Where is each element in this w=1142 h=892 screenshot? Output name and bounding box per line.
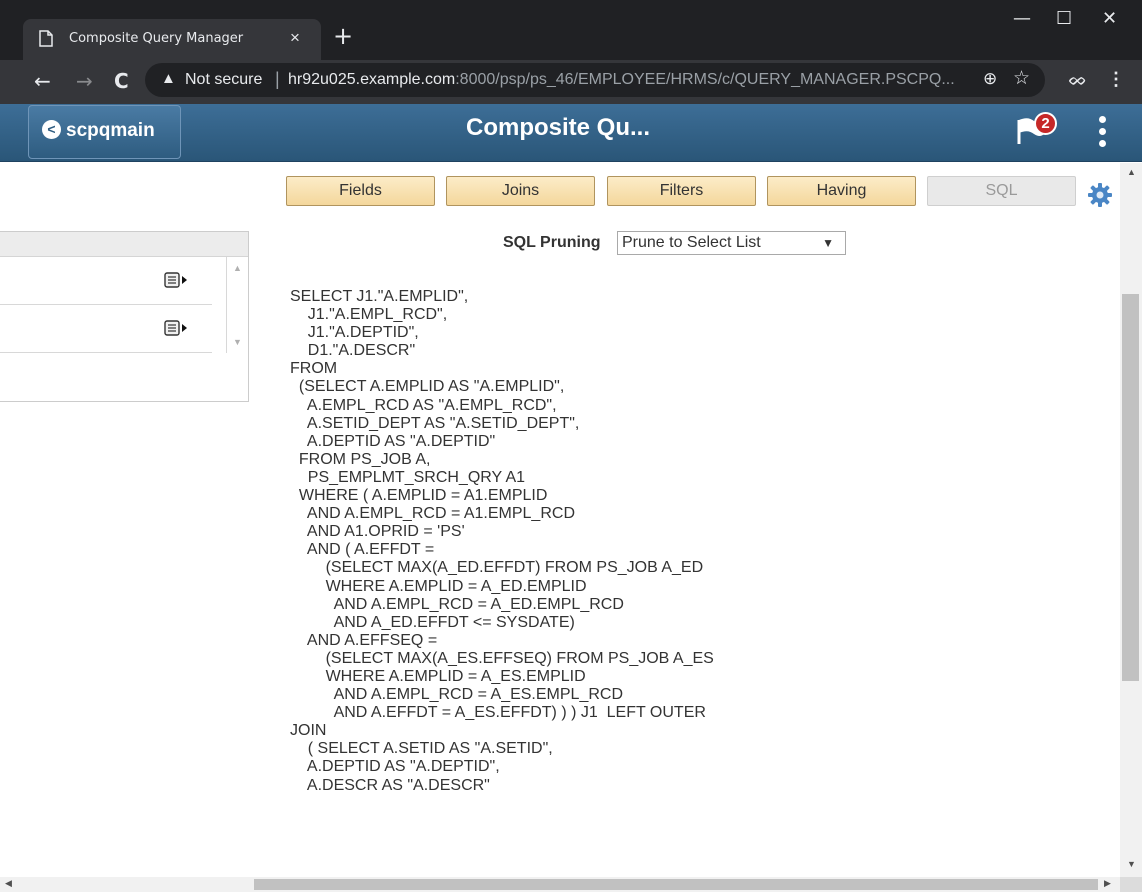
tab-fields[interactable]: Fields	[286, 176, 435, 206]
browser-menu-icon[interactable]: ⋮	[1107, 69, 1125, 90]
tab-title: Composite Query Manager	[69, 31, 244, 46]
notifications-button[interactable]: 2	[1014, 112, 1057, 153]
horizontal-scroll-thumb[interactable]	[254, 879, 1098, 890]
vertical-scroll-thumb[interactable]	[1122, 294, 1139, 681]
tab-filters[interactable]: Filters	[607, 176, 756, 206]
tab-having[interactable]: Having	[767, 176, 916, 206]
tab-sql[interactable]: SQL	[927, 176, 1076, 206]
row-detail-icon[interactable]	[164, 320, 188, 336]
back-arrow-icon[interactable]: ←	[34, 69, 51, 93]
not-secure-label[interactable]: Not secure	[185, 71, 262, 89]
grid-header	[0, 232, 248, 257]
tab-joins[interactable]: Joins	[446, 176, 595, 206]
page-icon	[39, 30, 53, 47]
url-path: :8000/psp/ps_46/EMPLOYEE/HRMS/c/QUERY_MA…	[455, 71, 955, 88]
row-detail-icon[interactable]	[164, 272, 188, 288]
sql-pruning-select[interactable]: Prune to Select List ▼	[617, 231, 846, 255]
app-header: < scpqmain Composite Qu... 2	[0, 104, 1142, 162]
page-title: Composite Qu...	[466, 114, 651, 141]
scroll-down-icon[interactable]: ▼	[1127, 859, 1136, 869]
scroll-up-icon[interactable]: ▲	[1127, 167, 1136, 177]
scroll-left-icon[interactable]: ◀	[5, 878, 12, 889]
tab-close-icon[interactable]: ×	[290, 28, 300, 48]
url-separator: |	[275, 69, 280, 89]
settings-gear-icon[interactable]	[1087, 182, 1113, 208]
back-button[interactable]: < scpqmain	[28, 105, 181, 159]
grid-row[interactable]	[0, 258, 212, 305]
sql-statement-text: SELECT J1."A.EMPLID", J1."A.EMPL_RCD", J…	[290, 288, 714, 794]
bookmark-star-icon[interactable]: ☆	[1013, 67, 1030, 90]
url-text[interactable]: hr92u025.example.com:8000/psp/ps_46/EMPL…	[288, 71, 955, 89]
minimize-icon[interactable]: —	[1013, 8, 1031, 29]
warning-icon[interactable]: ▲	[161, 70, 176, 87]
page-vertical-scrollbar[interactable]: ▲ ▼	[1120, 163, 1142, 877]
dropdown-arrow-icon: ▼	[822, 236, 834, 250]
extension-icon[interactable]: ᨖ	[1068, 69, 1087, 90]
new-tab-icon[interactable]: +	[333, 22, 353, 50]
grid-scroll-down-icon[interactable]: ▼	[233, 337, 242, 347]
reload-icon[interactable]: C	[114, 69, 129, 93]
scroll-right-icon[interactable]: ▶	[1104, 878, 1111, 889]
zoom-icon[interactable]: ⊕	[983, 69, 997, 89]
url-host: hr92u025.example.com	[288, 71, 456, 88]
sql-pruning-value: Prune to Select List	[622, 234, 761, 251]
back-button-label: scpqmain	[66, 120, 155, 141]
address-bar[interactable]: ▲ Not secure | hr92u025.example.com:8000…	[145, 63, 1045, 97]
browser-toolbar: ← → C ▲ Not secure | hr92u025.example.co…	[0, 60, 1142, 104]
fields-grid: ▲ ▼	[0, 231, 249, 402]
sql-pruning-label: SQL Pruning	[503, 234, 601, 251]
grid-row[interactable]	[0, 306, 212, 353]
browser-tab[interactable]: Composite Query Manager ×	[23, 19, 321, 60]
main-content: Fields Joins Filters Having SQL ▲ ▼ SQL …	[0, 163, 1120, 877]
close-window-icon[interactable]: ✕	[1102, 8, 1117, 29]
actions-menu-icon[interactable]	[1099, 116, 1106, 152]
notification-badge: 2	[1034, 112, 1057, 135]
page-horizontal-scrollbar[interactable]: ◀ ▶	[0, 877, 1120, 892]
chevron-left-icon: <	[42, 120, 61, 139]
forward-arrow-icon[interactable]: →	[76, 69, 93, 93]
grid-scrollbar[interactable]: ▲ ▼	[226, 257, 248, 353]
grid-scroll-up-icon[interactable]: ▲	[233, 263, 242, 273]
browser-tab-strip: Composite Query Manager × + — ☐ ✕	[0, 0, 1142, 60]
scrollbar-corner	[1120, 877, 1142, 892]
maximize-icon[interactable]: ☐	[1056, 8, 1072, 29]
